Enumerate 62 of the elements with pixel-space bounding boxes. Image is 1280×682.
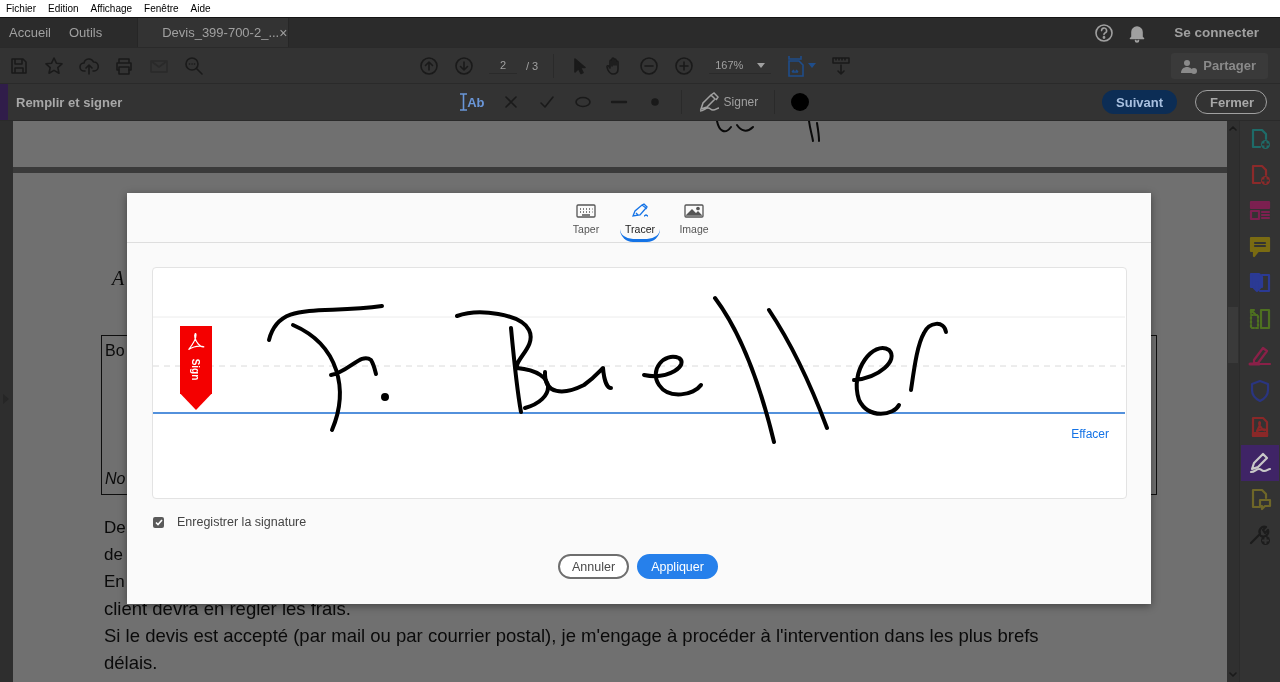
clear-link[interactable]: Effacer: [1071, 427, 1109, 441]
cancel-button[interactable]: Annuler: [558, 554, 630, 579]
fit-page-button[interactable]: [786, 54, 817, 77]
accent-bar: [0, 84, 8, 120]
text-fragment: En: [104, 571, 125, 593]
next-button[interactable]: Suivant: [1102, 90, 1177, 114]
page-down-icon[interactable]: [454, 55, 474, 76]
sign-in-link[interactable]: Se connecter: [1174, 25, 1259, 40]
print-icon[interactable]: [114, 55, 134, 76]
acrobat-logo-icon: [186, 332, 206, 352]
menu-item[interactable]: Edition: [48, 3, 79, 14]
dialog-tab[interactable]: Taper: [566, 193, 606, 242]
page-up-icon[interactable]: [419, 55, 439, 76]
person-icon: [1181, 57, 1198, 74]
caret-icon: [757, 62, 766, 68]
paragraph-line: client devra en régler les frais.: [104, 597, 351, 621]
pen-icon: [697, 92, 720, 112]
ruler-download-icon[interactable]: [831, 55, 852, 76]
dialog-tab[interactable]: Image: [674, 193, 714, 242]
scrollbar-thumb[interactable]: [1228, 307, 1238, 363]
tab[interactable]: Accueil: [0, 18, 60, 47]
text-fragment: De: [104, 517, 126, 539]
menu-item[interactable]: Affichage: [90, 3, 133, 14]
apply-button[interactable]: Appliquer: [637, 554, 718, 579]
caret-icon: [808, 63, 817, 68]
search-icon[interactable]: [184, 55, 204, 76]
tab-label: Devis_399-700-2_...: [162, 25, 280, 40]
signature-canvas[interactable]: Sign Effacer: [152, 267, 1127, 499]
page-number-field[interactable]: 2: [489, 57, 517, 74]
menu-item[interactable]: Fenêtre: [144, 3, 179, 14]
star-icon[interactable]: [44, 55, 64, 76]
cloud-upload-icon[interactable]: [79, 55, 99, 76]
tool-button[interactable]: [1241, 445, 1279, 481]
box-caption: No: [105, 470, 126, 488]
dialog-tab[interactable]: Tracer: [620, 193, 660, 242]
close-tab-button[interactable]: ×: [279, 24, 288, 41]
text-fragment: de: [104, 544, 123, 566]
tab[interactable]: Outils: [59, 18, 112, 47]
paragraph-line: Si le devis est accepté (par mail ou par courrier postal), je m'engage à procéder à l'intervention dans les plus brefs: [104, 624, 1039, 648]
heading-fragment: A: [112, 266, 126, 291]
help-icon[interactable]: [1094, 22, 1115, 43]
image-icon: [684, 203, 704, 219]
tab[interactable]: Devis_399-700-2_...×: [137, 18, 290, 47]
add-text-button[interactable]: Ab: [460, 93, 485, 111]
pen-icon: [630, 203, 650, 219]
sign-button[interactable]: Signer: [697, 92, 759, 112]
box-label: Bo: [105, 342, 125, 360]
text-cursor-icon: [460, 93, 468, 111]
checkbox-label: Enregistrer la signature: [177, 515, 307, 529]
badge-label: Sign: [190, 358, 202, 381]
menu-item[interactable]: Fichier: [6, 3, 36, 14]
save-checkbox[interactable]: [153, 516, 164, 528]
zoom-out-icon[interactable]: [639, 55, 660, 76]
save-icon[interactable]: [9, 55, 29, 76]
ink-color-swatch[interactable]: [791, 93, 810, 111]
zoom-in-icon[interactable]: [674, 55, 695, 76]
paragraph-line: délais.: [104, 651, 158, 675]
toolbar-title: Remplir et signer: [16, 94, 123, 110]
page-count: / 3: [526, 59, 539, 72]
keyboard-icon: [576, 203, 596, 219]
menu-item[interactable]: Aide: [190, 3, 211, 14]
zoom-dropdown[interactable]: 167%: [709, 57, 772, 74]
